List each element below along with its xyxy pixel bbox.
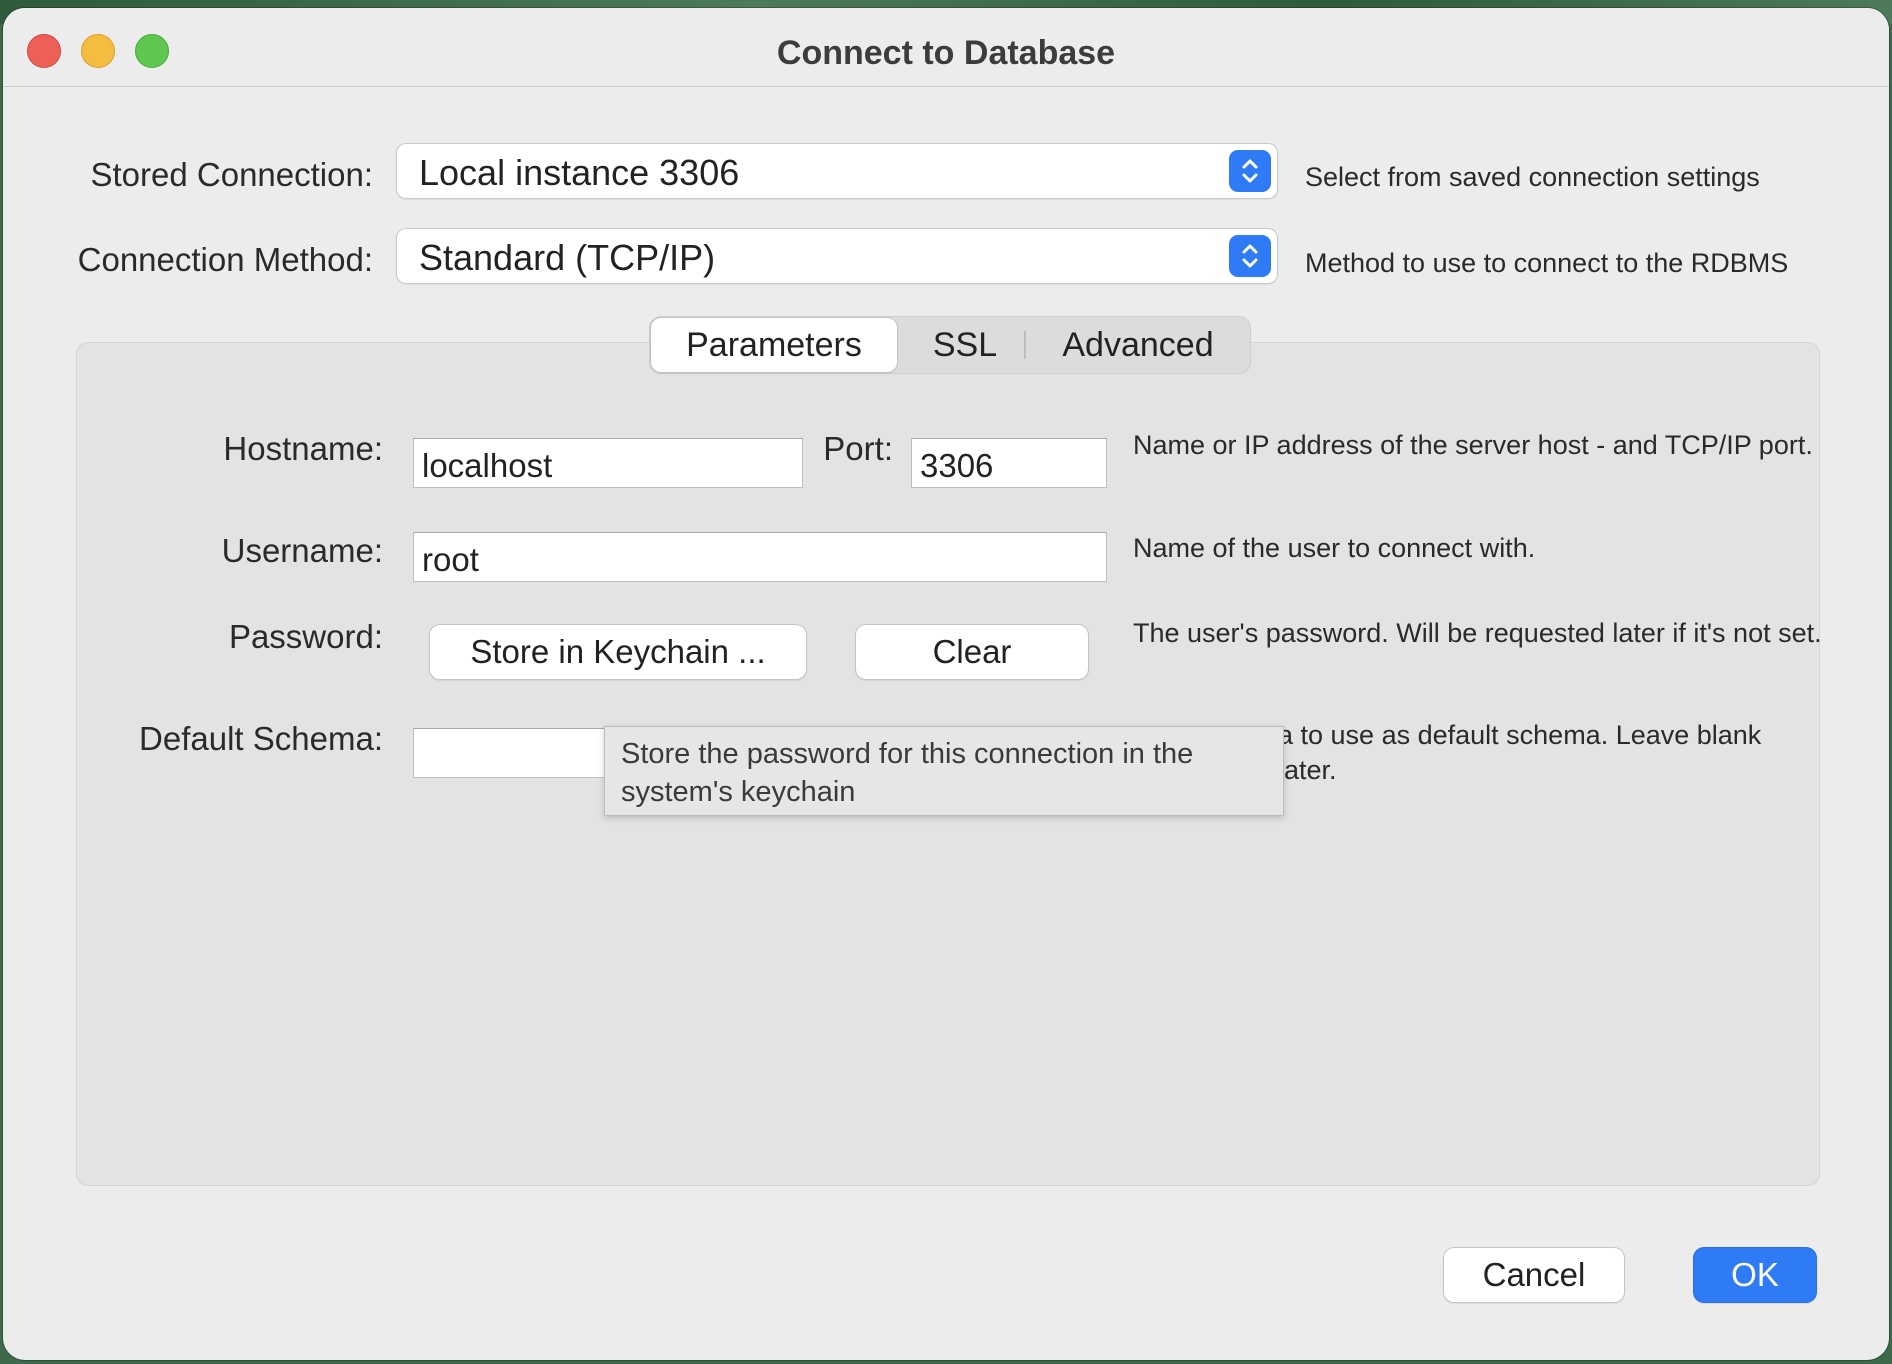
title-bar: Connect to Database: [3, 8, 1889, 87]
hostname-help: Name or IP address of the server host - …: [1133, 430, 1813, 460]
port-input[interactable]: 3306: [911, 438, 1107, 488]
username-value: root: [422, 541, 479, 578]
connection-method-label: Connection Method:: [77, 241, 373, 278]
hostname-label: Hostname:: [223, 430, 383, 467]
tab-bar: Parameters SSL Advanced: [649, 316, 1251, 374]
username-label: Username:: [221, 532, 383, 569]
port-label: Port:: [823, 430, 893, 467]
stored-connection-help: Select from saved connection settings: [1305, 162, 1760, 192]
connection-method-select[interactable]: Standard (TCP/IP): [397, 229, 1277, 283]
hostname-value: localhost: [422, 447, 553, 484]
keychain-tooltip: Store the password for this connection i…: [604, 726, 1284, 816]
password-help: The user's password. Will be requested l…: [1133, 618, 1822, 648]
stored-connection-stepper-icon: [1229, 150, 1271, 192]
tab-ssl[interactable]: SSL: [908, 317, 1022, 373]
stored-connection-value: Local instance 3306: [419, 152, 740, 193]
store-in-keychain-button[interactable]: Store in Keychain ...: [430, 625, 806, 679]
connection-method-value: Standard (TCP/IP): [419, 237, 716, 278]
tab-separator: [1024, 331, 1026, 359]
tab-parameters[interactable]: Parameters: [651, 318, 897, 372]
connection-method-stepper-icon: [1229, 235, 1271, 277]
default-schema-label: Default Schema:: [139, 720, 383, 757]
port-value: 3306: [920, 447, 994, 484]
hostname-input[interactable]: localhost: [413, 438, 803, 488]
stored-connection-label: Stored Connection:: [90, 156, 373, 193]
window-title: Connect to Database: [776, 34, 1116, 72]
username-help: Name of the user to connect with.: [1133, 533, 1536, 563]
connect-dialog: Connect to Database Stored Connection: L…: [3, 8, 1889, 1360]
cancel-button[interactable]: Cancel: [1444, 1248, 1624, 1302]
stored-connection-select[interactable]: Local instance 3306: [397, 144, 1277, 198]
password-label: Password:: [228, 618, 383, 655]
default-schema-help: a to use as default schema. Leave blank …: [1278, 720, 1762, 785]
username-input[interactable]: root: [413, 532, 1107, 582]
tab-advanced[interactable]: Advanced: [1028, 317, 1248, 373]
connection-method-help: Method to use to connect to the RDBMS: [1305, 248, 1789, 278]
clear-password-button[interactable]: Clear: [856, 625, 1088, 679]
ok-button[interactable]: OK: [1694, 1248, 1816, 1302]
